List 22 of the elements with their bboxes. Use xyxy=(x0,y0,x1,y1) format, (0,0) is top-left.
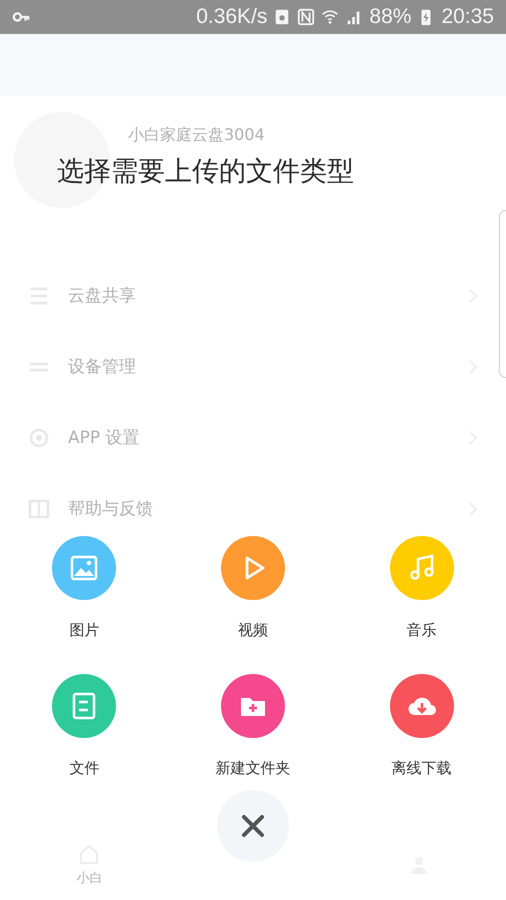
upload-option[interactable]: 图片 xyxy=(0,536,169,642)
wifi-icon xyxy=(321,8,340,26)
user-name: 小白家庭云盘3004 xyxy=(128,124,265,146)
option-label: 音乐 xyxy=(406,620,437,641)
upload-option[interactable]: 文件 xyxy=(0,674,169,780)
battery-level: 88% xyxy=(369,5,412,29)
upload-option[interactable]: 音乐 xyxy=(337,536,506,642)
upload-option[interactable]: 离线下载 xyxy=(337,674,506,780)
option-label: 视频 xyxy=(238,620,268,641)
network-speed: 0.36K/s xyxy=(196,5,268,29)
upload-option[interactable]: 视频 xyxy=(168,536,338,642)
clock: 20:35 xyxy=(441,5,494,29)
close-icon xyxy=(241,814,265,838)
upload-option[interactable]: 新建文件夹 xyxy=(168,674,338,780)
edge-handle[interactable] xyxy=(499,210,506,378)
nfc-icon xyxy=(297,8,316,26)
option-label: 文件 xyxy=(69,758,100,779)
dialog-title: 选择需要上传的文件类型 xyxy=(57,155,355,189)
option-label: 新建文件夹 xyxy=(215,758,290,779)
sim-icon xyxy=(273,8,292,26)
option-label: 离线下载 xyxy=(392,758,452,779)
option-label: 图片 xyxy=(69,620,100,641)
